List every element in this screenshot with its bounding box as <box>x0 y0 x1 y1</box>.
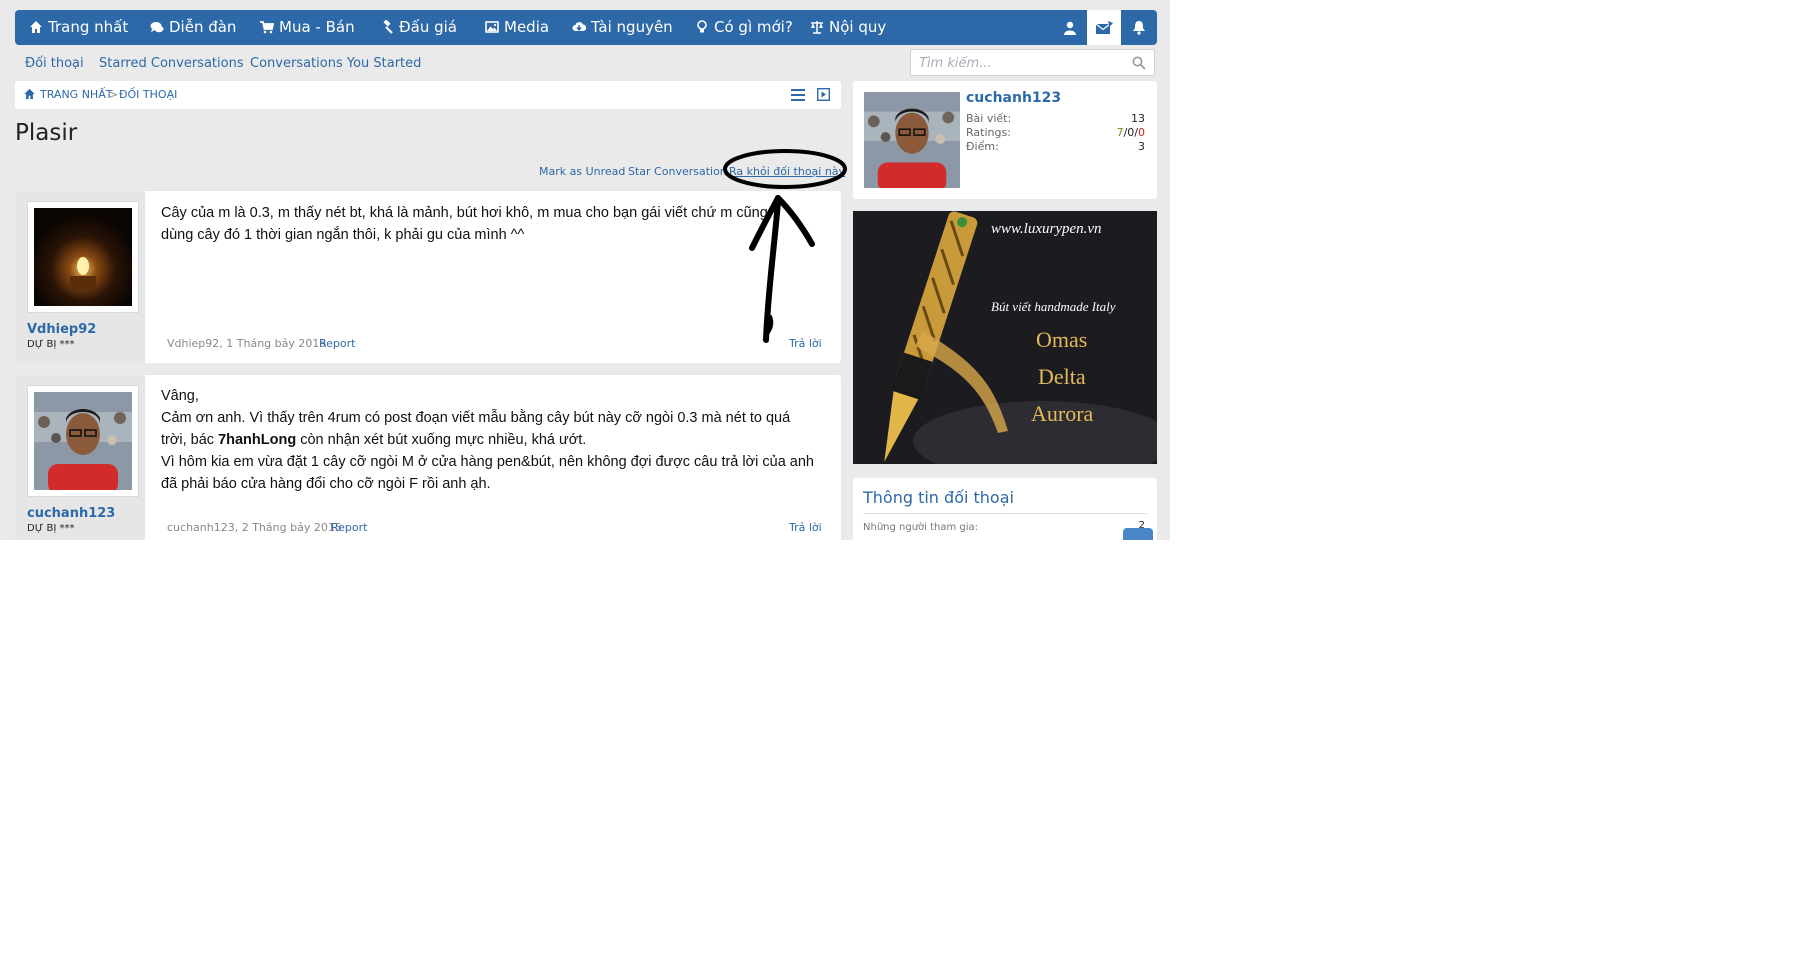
stat-value-ratings: 7/0/0 <box>1117 126 1145 139</box>
nav-buy-sell[interactable]: Mua - Bán <box>260 10 355 45</box>
conversation-info-title: Thông tin đối thoại <box>863 488 1014 507</box>
message-user-panel: Vdhiep92 DỰ BỊ *** <box>15 191 145 363</box>
conversation-info-box: Thông tin đối thoại Những người tham gia… <box>853 478 1157 540</box>
participants-label: Những người tham gia: <box>863 522 979 533</box>
breadcrumb: TRANG NHẤT > ĐỐI THOẠI <box>15 81 841 109</box>
chat-bubbles-icon <box>150 22 164 33</box>
message-body: Vâng, Cảm ơn anh. Vì thấy trên 4rum có p… <box>161 385 821 495</box>
scales-icon <box>811 21 823 34</box>
nav-whats-new[interactable]: Có gì mới? <box>695 10 793 45</box>
cloud-download-icon <box>572 22 586 31</box>
avatar <box>34 392 132 490</box>
nav-auction[interactable]: Đấu giá <box>380 10 457 45</box>
breadcrumb-home[interactable]: TRANG NHẤT <box>40 88 112 101</box>
visitor-profile-box: cuchanh123 Bài viết: 13 Ratings: 7/0/0 Đ… <box>853 81 1157 199</box>
nav-resources-label: Tài nguyên <box>591 18 673 36</box>
profile-avatar[interactable] <box>864 92 960 188</box>
message-text: trời, bác <box>161 432 219 448</box>
rating-positive: 7 <box>1116 126 1124 139</box>
stat-label-points: Điểm: <box>966 140 999 153</box>
message-line: đã phải báo cửa hàng đổi cho cỡ ngòi F r… <box>161 476 491 492</box>
page-title: Plasir <box>15 120 78 146</box>
breadcrumb-separator: > <box>109 88 119 101</box>
stat-value-points: 3 <box>1138 140 1145 153</box>
ad-brand-aurora: Aurora <box>1031 401 1094 426</box>
nav-auction-label: Đấu giá <box>399 18 457 36</box>
image-icon <box>485 21 499 33</box>
scroll-to-top-button[interactable] <box>1123 528 1153 540</box>
username-link[interactable]: cuchanh123 <box>27 506 115 521</box>
nav-media[interactable]: Media <box>485 10 549 45</box>
cart-icon <box>260 21 274 34</box>
list-menu-icon[interactable] <box>791 89 805 101</box>
mark-as-unread-link[interactable]: Mark as Unread <box>539 165 625 178</box>
message-line: Vâng, <box>161 388 199 404</box>
jump-to-icon[interactable] <box>817 88 830 101</box>
nav-whats-new-label: Có gì mới? <box>714 18 793 36</box>
message-line: Vì hôm kia em vừa đặt 1 cây cỡ ngòi M ở … <box>161 454 814 470</box>
user-title: DỰ BỊ *** <box>27 339 75 350</box>
stat-label-posts: Bài viết: <box>966 112 1012 125</box>
top-navigation-bar: Trang nhất Diễn đàn Mua - Bán Đấu giá Me… <box>15 10 1157 45</box>
profile-username[interactable]: cuchanh123 <box>966 90 1061 106</box>
search-input[interactable] <box>917 50 1126 76</box>
message-text: còn nhận xét bút xuống mực nhiều, khá ướ… <box>296 432 587 448</box>
rating-negative: 0 <box>1138 126 1145 139</box>
reply-link[interactable]: Trả lời <box>789 521 822 534</box>
user-icon <box>1064 21 1076 35</box>
nav-forums-label: Diễn đàn <box>169 18 237 36</box>
nav-media-label: Media <box>504 18 550 36</box>
message-post-2: cuchanh123 DỰ BỊ *** Vâng, Cảm ơn anh. V… <box>15 375 841 540</box>
mentioned-username: 7hanhLong <box>218 432 297 448</box>
post-author-date: Vdhiep92, 1 Tháng bảy 2015 <box>167 337 327 350</box>
user-menu-button[interactable] <box>1053 10 1087 45</box>
search-icon[interactable] <box>1132 56 1146 70</box>
avatar-frame[interactable] <box>27 385 139 497</box>
ad-brand-delta: Delta <box>1038 364 1086 389</box>
envelope-icon <box>1096 21 1113 34</box>
ad-tagline: Bút viết handmade Italy <box>991 299 1116 314</box>
search-box <box>910 49 1155 76</box>
home-icon <box>30 21 42 33</box>
screenshot-area: Trang nhất Diễn đàn Mua - Bán Đấu giá Me… <box>0 0 1170 540</box>
bell-icon <box>1133 21 1145 35</box>
stat-value-posts: 13 <box>1131 112 1145 125</box>
ad-url: www.luxurypen.vn <box>991 221 1102 237</box>
advertisement-banner[interactable]: www.luxurypen.vn Bút viết handmade Italy… <box>853 211 1157 464</box>
nav-rules-label: Nội quy <box>829 18 887 36</box>
post-author-date: cuchanh123, 2 Tháng bảy 2015 <box>167 521 342 534</box>
nav-rules[interactable]: Nội quy <box>810 10 886 45</box>
divider <box>863 513 1147 514</box>
nav-buy-sell-label: Mua - Bán <box>279 18 355 36</box>
breadcrumb-conversations[interactable]: ĐỐI THOẠI <box>119 88 177 101</box>
report-link[interactable]: Report <box>319 337 355 350</box>
tab-conversations[interactable]: Đối thoại <box>25 56 84 71</box>
message-user-panel: cuchanh123 DỰ BỊ *** <box>15 375 145 540</box>
nav-home-label: Trang nhất <box>48 18 129 36</box>
avatar <box>34 208 132 306</box>
nav-forums[interactable]: Diễn đàn <box>150 10 236 45</box>
lightbulb-icon <box>697 20 707 33</box>
user-title: DỰ BỊ *** <box>27 523 75 534</box>
tab-starred-conversations[interactable]: Starred Conversations <box>99 56 244 71</box>
gavel-icon <box>383 20 393 34</box>
report-link[interactable]: Report <box>331 521 367 534</box>
nav-resources[interactable]: Tài nguyên <box>572 10 673 45</box>
inbox-button[interactable] <box>1087 10 1121 45</box>
message-line: trời, bác 7hanhLong còn nhận xét bút xuố… <box>161 429 821 451</box>
username-link[interactable]: Vdhiep92 <box>27 322 96 337</box>
nav-home[interactable]: Trang nhất <box>29 10 128 45</box>
home-icon[interactable] <box>23 88 36 100</box>
tab-conversations-you-started[interactable]: Conversations You Started <box>250 56 421 71</box>
message-line: Cảm ơn anh. Vì thấy trên 4rum có post đo… <box>161 410 791 426</box>
stat-label-ratings: Ratings: <box>966 126 1011 139</box>
ad-brand-omas: Omas <box>1036 327 1088 352</box>
alerts-button[interactable] <box>1122 10 1156 45</box>
fountain-pen-image <box>884 211 1157 464</box>
avatar-frame[interactable] <box>27 201 139 313</box>
